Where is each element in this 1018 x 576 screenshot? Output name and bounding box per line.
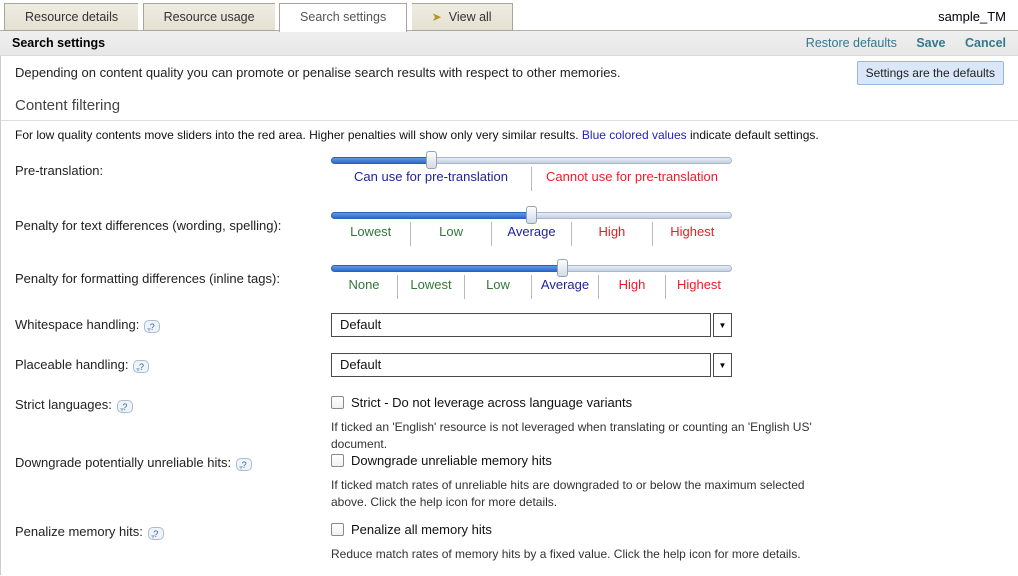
strict-languages-control: Strict - Do not leverage across language… <box>331 395 891 454</box>
checkbox-help-text: If ticked an 'English' resource is not l… <box>331 419 836 454</box>
checkbox-help-text: Reduce match rates of memory hits by a f… <box>331 546 836 563</box>
slider-scale-labels: Can use for pre-translationCannot use fo… <box>331 167 732 191</box>
checkbox-help-text: If ticked match rates of unreliable hits… <box>331 477 836 512</box>
save-button[interactable]: Save <box>916 36 945 50</box>
slider-segment-label: Lowest <box>331 222 411 246</box>
dropdown-value[interactable]: Default <box>331 313 711 337</box>
field-label: Downgrade potentially unreliable hits: <box>15 455 231 470</box>
field-label: Strict languages: <box>15 397 112 412</box>
formatting-differences-slider: NoneLowestLowAverageHighHighest <box>331 265 732 299</box>
chevron-down-icon: ▼ <box>719 361 727 370</box>
slider-segment-label: Highest <box>653 222 732 246</box>
restore-defaults-link[interactable]: Restore defaults <box>806 36 897 50</box>
text-differences-slider: LowestLowAverageHighHighest <box>331 212 732 246</box>
form-row-placeable-handling: Placeable handling:? Default ▼ <box>15 356 1014 374</box>
field-label: Penalize memory hits: <box>15 524 143 539</box>
resource-name-label: sample_TM <box>938 9 1006 24</box>
downgrade-hits-checkbox[interactable] <box>331 454 344 467</box>
arrow-right-icon: ➤ <box>432 10 442 24</box>
tab-label: Resource details <box>25 10 118 24</box>
tab-label: View all <box>449 10 492 24</box>
form-row-text-penalty: Penalty for text differences (wording, s… <box>15 217 1014 235</box>
slider-segment-label: Can use for pre-translation <box>331 167 532 191</box>
slider-segment-label: High <box>599 275 666 299</box>
page-title: Search settings <box>12 36 105 50</box>
intro-description: Depending on content quality you can pro… <box>15 65 621 80</box>
form-row-pre-translation: Pre-translation: Can use for pre-transla… <box>15 162 1014 180</box>
help-icon[interactable]: ? <box>236 458 252 471</box>
slider-track[interactable] <box>331 157 732 164</box>
slider-scale-labels: NoneLowestLowAverageHighHighest <box>331 275 732 299</box>
help-icon[interactable]: ? <box>148 527 164 540</box>
checkbox-label: Strict - Do not leverage across language… <box>351 395 632 410</box>
slider-segment-label: None <box>331 275 398 299</box>
slider-scale-labels: LowestLowAverageHighHighest <box>331 222 732 246</box>
settings-toolbar: Search settings Restore defaults Save Ca… <box>0 31 1018 56</box>
note-text: For low quality contents move sliders in… <box>15 128 582 142</box>
note-text: indicate default settings. <box>687 128 819 142</box>
slider-segment-label: Average <box>492 222 572 246</box>
checkbox-label: Penalize all memory hits <box>351 522 492 537</box>
form-row-strict-languages: Strict languages:? Strict - Do not lever… <box>15 396 1014 414</box>
slider-handle[interactable] <box>557 259 568 277</box>
tab-resource-details[interactable]: Resource details <box>4 3 138 31</box>
tab-strip: Resource details Resource usage Search s… <box>0 0 1018 31</box>
help-icon[interactable]: ? <box>117 400 133 413</box>
slider-segment-label: Lowest <box>398 275 465 299</box>
chevron-down-icon: ▼ <box>719 321 727 330</box>
tab-resource-usage[interactable]: Resource usage <box>143 3 275 31</box>
slider-segment-label: Average <box>532 275 599 299</box>
field-label: Penalty for text differences (wording, s… <box>15 218 281 233</box>
slider-track[interactable] <box>331 265 732 272</box>
form-row-penalize-hits: Penalize memory hits:? Penalize all memo… <box>15 523 1014 541</box>
whitespace-handling-dropdown[interactable]: Default ▼ <box>331 313 732 337</box>
dropdown-button[interactable]: ▼ <box>713 313 732 337</box>
help-icon[interactable]: ? <box>144 320 160 333</box>
cancel-button[interactable]: Cancel <box>965 36 1006 50</box>
tab-view-all[interactable]: ➤ View all <box>412 3 513 31</box>
dropdown-button[interactable]: ▼ <box>713 353 732 377</box>
settings-default-status-button[interactable]: Settings are the defaults <box>857 61 1004 85</box>
help-icon[interactable]: ? <box>133 360 149 373</box>
field-label: Placeable handling: <box>15 357 128 372</box>
dropdown-value[interactable]: Default <box>331 353 711 377</box>
settings-content: Depending on content quality you can pro… <box>0 56 1018 575</box>
penalize-hits-control: Penalize all memory hits Reduce match ra… <box>331 522 891 563</box>
slider-note: For low quality contents move sliders in… <box>1 120 1018 142</box>
toolbar-actions: Restore defaults Save Cancel <box>790 36 1006 50</box>
penalize-hits-checkbox[interactable] <box>331 523 344 536</box>
slider-fill <box>331 265 562 272</box>
form-row-whitespace-handling: Whitespace handling:? Default ▼ <box>15 316 1014 334</box>
note-highlight: Blue colored values <box>582 128 687 142</box>
slider-segment-label: Highest <box>666 275 732 299</box>
tab-search-settings[interactable]: Search settings <box>279 3 407 32</box>
slider-handle[interactable] <box>526 206 537 224</box>
slider-fill <box>331 157 431 164</box>
field-label: Whitespace handling: <box>15 317 139 332</box>
form-row-formatting-penalty: Penalty for formatting differences (inli… <box>15 270 1014 288</box>
slider-segment-label: Cannot use for pre-translation <box>532 167 732 191</box>
slider-segment-label: High <box>572 222 652 246</box>
tab-label: Search settings <box>300 10 386 24</box>
field-label: Penalty for formatting differences (inli… <box>15 271 280 286</box>
section-heading: Content filtering <box>15 97 120 114</box>
pre-translation-slider: Can use for pre-translationCannot use fo… <box>331 157 732 191</box>
slider-segment-label: Low <box>465 275 532 299</box>
downgrade-hits-control: Downgrade unreliable memory hits If tick… <box>331 453 891 512</box>
checkbox-label: Downgrade unreliable memory hits <box>351 453 552 468</box>
slider-track[interactable] <box>331 212 732 219</box>
form-row-downgrade-hits: Downgrade potentially unreliable hits:? … <box>15 454 1014 472</box>
slider-segment-label: Low <box>411 222 491 246</box>
slider-fill <box>331 212 531 219</box>
tab-label: Resource usage <box>164 10 255 24</box>
placeable-handling-dropdown[interactable]: Default ▼ <box>331 353 732 377</box>
strict-languages-checkbox[interactable] <box>331 396 344 409</box>
field-label: Pre-translation: <box>15 163 103 178</box>
slider-handle[interactable] <box>426 151 437 169</box>
